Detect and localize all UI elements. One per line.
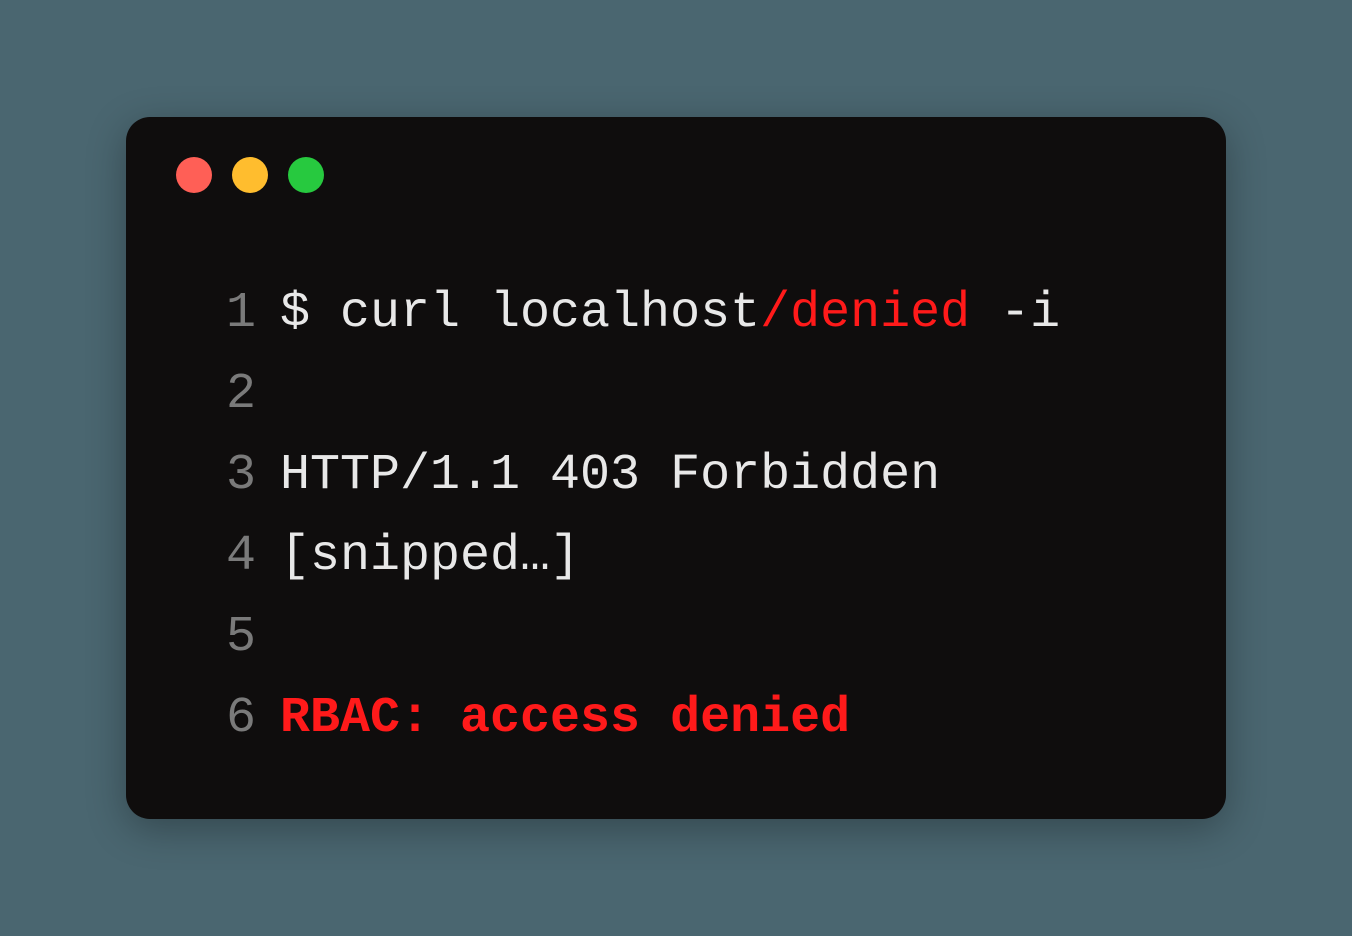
line-content: [256, 597, 310, 678]
maximize-button[interactable]: [288, 157, 324, 193]
close-button[interactable]: [176, 157, 212, 193]
text-segment: HTTP/1.1 403 Forbidden: [280, 447, 940, 504]
line-content: RBAC: access denied: [256, 678, 850, 759]
line-content: [256, 354, 310, 435]
terminal-line: 3 HTTP/1.1 403 Forbidden: [196, 435, 1176, 516]
terminal-window: 1$ curl localhost/denied -i2 3HTTP/1.1 4…: [126, 117, 1226, 819]
text-segment: /denied: [760, 285, 970, 342]
text-segment: [snipped…]: [280, 528, 580, 585]
line-number: 3: [196, 435, 256, 516]
line-number: 6: [196, 678, 256, 759]
line-number: 1: [196, 273, 256, 354]
text-segment: -i: [970, 285, 1060, 342]
line-content: $ curl localhost/denied -i: [256, 273, 1060, 354]
terminal-content[interactable]: 1$ curl localhost/denied -i2 3HTTP/1.1 4…: [176, 273, 1176, 759]
terminal-line: 5: [196, 597, 1176, 678]
terminal-line: 2: [196, 354, 1176, 435]
line-number: 5: [196, 597, 256, 678]
line-content: HTTP/1.1 403 Forbidden: [256, 435, 940, 516]
line-content: [snipped…]: [256, 516, 580, 597]
text-segment: RBAC: access denied: [280, 690, 850, 747]
line-number: 2: [196, 354, 256, 435]
terminal-line: 1$ curl localhost/denied -i: [196, 273, 1176, 354]
line-number: 4: [196, 516, 256, 597]
text-segment: $ curl localhost: [280, 285, 760, 342]
titlebar: [176, 157, 1176, 193]
terminal-line: 6 RBAC: access denied: [196, 678, 1176, 759]
minimize-button[interactable]: [232, 157, 268, 193]
terminal-line: 4 [snipped…]: [196, 516, 1176, 597]
